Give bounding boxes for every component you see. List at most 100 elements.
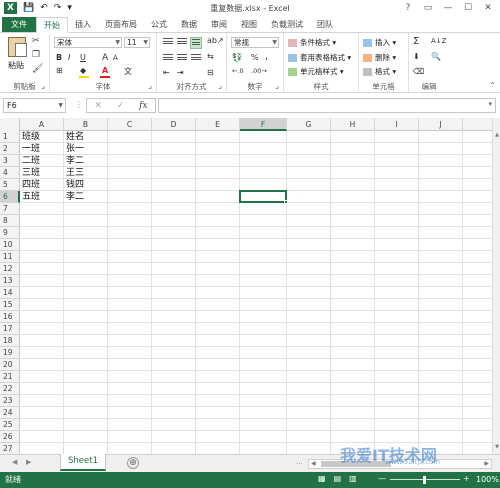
- row-header-11[interactable]: 11: [0, 251, 20, 263]
- phonetic-icon[interactable]: 文: [124, 66, 132, 77]
- row-header-15[interactable]: 15: [0, 299, 20, 311]
- fill-handle[interactable]: [284, 200, 288, 204]
- close-button[interactable]: ✕: [478, 1, 498, 15]
- row-header-8[interactable]: 8: [0, 215, 20, 227]
- delete-cells-button[interactable]: 删除 ▾: [363, 52, 396, 63]
- help-button[interactable]: ?: [398, 1, 418, 15]
- tab-page-layout[interactable]: 页面布局: [98, 17, 144, 32]
- tab-data[interactable]: 数据: [174, 17, 204, 32]
- row-header-24[interactable]: 24: [0, 407, 20, 419]
- row-header-16[interactable]: 16: [0, 311, 20, 323]
- row-header-17[interactable]: 17: [0, 323, 20, 335]
- row-header-18[interactable]: 18: [0, 335, 20, 347]
- font-grow-button[interactable]: A: [102, 53, 108, 63]
- align-top-icon[interactable]: [163, 38, 173, 46]
- row-header-22[interactable]: 22: [0, 383, 20, 395]
- zoom-out-button[interactable]: —: [378, 474, 386, 483]
- copy-icon[interactable]: ❐: [32, 50, 40, 60]
- sort-filter-button[interactable]: A↓Z: [431, 37, 446, 45]
- align-middle-icon[interactable]: [177, 38, 187, 46]
- number-launcher-icon[interactable]: ⌟: [275, 81, 279, 90]
- enter-icon[interactable]: ✓: [117, 101, 125, 111]
- name-box[interactable]: F6 ▼: [3, 98, 66, 113]
- conditional-formatting-button[interactable]: 条件格式 ▾: [288, 37, 336, 48]
- cell-a1[interactable]: 班级: [20, 131, 64, 143]
- column-header-c[interactable]: C: [108, 118, 152, 131]
- row-header-13[interactable]: 13: [0, 275, 20, 287]
- insert-cells-button[interactable]: 插入 ▾: [363, 37, 396, 48]
- wrap-text-icon[interactable]: ⇆: [207, 52, 214, 61]
- cell-b6[interactable]: 李二: [64, 191, 108, 203]
- cancel-icon[interactable]: ✕: [94, 101, 102, 111]
- zoom-in-button[interactable]: +: [463, 474, 470, 483]
- row-header-21[interactable]: 21: [0, 371, 20, 383]
- row-header-19[interactable]: 19: [0, 347, 20, 359]
- insert-function-icon[interactable]: fx: [139, 101, 147, 111]
- scroll-right-icon[interactable]: ▶: [484, 460, 489, 468]
- tab-load-test[interactable]: 负载测试: [264, 17, 310, 32]
- cell-styles-button[interactable]: 单元格样式 ▾: [288, 66, 344, 77]
- collapse-ribbon-icon[interactable]: ⌃: [489, 81, 496, 90]
- active-cell-outline[interactable]: [239, 190, 287, 203]
- bold-button[interactable]: B: [56, 53, 62, 62]
- clear-icon[interactable]: ⌫: [413, 67, 424, 76]
- fill-icon[interactable]: ⬇: [413, 52, 420, 61]
- row-header-3[interactable]: 3: [0, 155, 20, 167]
- cell-a3[interactable]: 二班: [20, 155, 64, 167]
- column-header-b[interactable]: B: [64, 118, 108, 131]
- clipboard-launcher-icon[interactable]: ⌟: [41, 81, 45, 90]
- row-header-14[interactable]: 14: [0, 287, 20, 299]
- autosum-button[interactable]: Σ: [413, 36, 419, 47]
- tab-home[interactable]: 开始: [36, 17, 68, 33]
- align-left-icon[interactable]: [163, 54, 173, 62]
- scroll-up-icon[interactable]: ▲: [493, 132, 500, 138]
- font-launcher-icon[interactable]: ⌟: [148, 81, 152, 90]
- number-format-select[interactable]: 常规 ▼: [231, 37, 279, 48]
- expand-formula-bar-icon[interactable]: ▾: [488, 100, 492, 108]
- format-as-table-button[interactable]: 套用表格格式 ▾: [288, 52, 351, 63]
- border-icon[interactable]: ⊞: [56, 66, 63, 75]
- formula-input[interactable]: ▾: [158, 98, 496, 113]
- alignment-launcher-icon[interactable]: ⌟: [218, 81, 222, 90]
- align-right-icon[interactable]: [191, 54, 201, 62]
- decrease-indent-icon[interactable]: ⇤: [163, 68, 170, 77]
- increase-indent-icon[interactable]: ⇥: [177, 68, 184, 77]
- row-header-20[interactable]: 20: [0, 359, 20, 371]
- sheet-tab-sheet1[interactable]: Sheet1: [60, 454, 106, 471]
- worksheet-grid[interactable]: ABCDEFGHIJ 1 2 3 4 5 6 7 8 9 10 11 12 13 14 15 16 17 18 19…: [0, 118, 492, 454]
- cell-b3[interactable]: 李二: [64, 155, 108, 167]
- column-header-i[interactable]: I: [375, 118, 419, 131]
- paste-icon[interactable]: [8, 37, 27, 57]
- font-name-select[interactable]: 宋体 ▼: [54, 37, 122, 48]
- row-header-12[interactable]: 12: [0, 263, 20, 275]
- sheet-more-icon[interactable]: ...: [296, 458, 303, 466]
- row-header-2[interactable]: 2: [0, 143, 20, 155]
- cell-b2[interactable]: 张一: [64, 143, 108, 155]
- zoom-slider-thumb[interactable]: [423, 476, 426, 484]
- minimize-button[interactable]: —: [438, 1, 458, 15]
- tab-team[interactable]: 团队: [310, 17, 340, 32]
- tab-file[interactable]: 文件: [2, 17, 36, 32]
- column-header-f[interactable]: F: [240, 118, 287, 131]
- row-header-1[interactable]: 1: [0, 131, 20, 143]
- row-header-7[interactable]: 7: [0, 203, 20, 215]
- tab-insert[interactable]: 插入: [68, 17, 98, 32]
- orientation-icon[interactable]: ab↗: [207, 36, 224, 45]
- row-header-4[interactable]: 4: [0, 167, 20, 179]
- column-header-j[interactable]: J: [419, 118, 463, 131]
- maximize-button[interactable]: ☐: [458, 1, 478, 15]
- find-select-button[interactable]: 🔍: [431, 52, 441, 61]
- cut-icon[interactable]: ✂: [32, 36, 40, 46]
- font-color-icon[interactable]: A: [102, 66, 108, 75]
- vertical-scrollbar[interactable]: ▲ ▼: [492, 118, 500, 454]
- select-all-corner[interactable]: [0, 118, 20, 131]
- row-header-9[interactable]: 9: [0, 227, 20, 239]
- increase-decimal-icon[interactable]: ←.0: [232, 67, 244, 75]
- row-header-6[interactable]: 6: [0, 191, 20, 203]
- align-center-icon[interactable]: [177, 54, 187, 62]
- font-shrink-button[interactable]: A: [113, 54, 118, 62]
- column-header-e[interactable]: E: [196, 118, 240, 131]
- normal-view-icon[interactable]: ▦: [318, 474, 326, 483]
- column-header-h[interactable]: H: [331, 118, 375, 131]
- comma-button[interactable]: ,: [265, 51, 268, 62]
